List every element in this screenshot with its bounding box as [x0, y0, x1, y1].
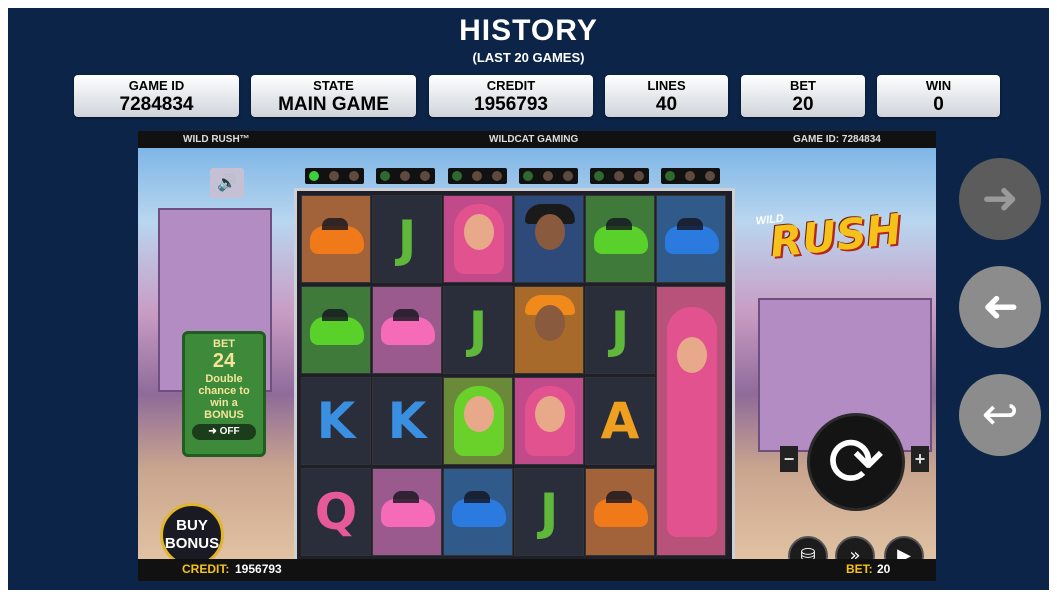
buy-bonus-button[interactable]: BUY BONUS	[160, 503, 224, 567]
credit-label: CREDIT:	[182, 562, 230, 576]
symbol-j: J	[585, 286, 655, 374]
traffic-light	[305, 168, 364, 184]
stat-game-id: GAME ID 7284834	[74, 75, 239, 117]
stat-lines: LINES 40	[605, 75, 728, 117]
symbol-car-pink	[372, 286, 442, 374]
spin-button[interactable]: ⟳	[807, 413, 905, 511]
bet-boost-text: BONUS	[204, 409, 244, 421]
game-provider: WILDCAT GAMING	[489, 134, 579, 145]
stat-credit: CREDIT 1956793	[429, 75, 593, 117]
symbol-j: J	[443, 286, 513, 374]
arrow-right-icon: ➜	[208, 426, 220, 437]
stat-value: 40	[655, 94, 678, 115]
next-game-button[interactable]: ➜	[959, 158, 1041, 240]
traffic-light	[448, 168, 507, 184]
arrow-right-icon: ➜	[981, 173, 1019, 224]
back-button[interactable]: ↩	[959, 374, 1041, 456]
symbol-car-orange	[585, 468, 655, 556]
symbol-car-green	[585, 195, 655, 283]
traffic-light	[519, 168, 578, 184]
traffic-light	[590, 168, 649, 184]
stat-value: 0	[933, 94, 944, 115]
bet-boost-text: win a	[210, 397, 238, 409]
buy-bonus-line: BONUS	[164, 535, 220, 552]
symbol-man-cap	[514, 195, 584, 283]
stat-bet: BET 20	[741, 75, 865, 117]
stat-label: GAME ID	[128, 78, 185, 93]
bet-boost-value: 24	[212, 350, 236, 372]
bet-boost-panel[interactable]: BET 24 Double chance to win a BONUS ➜ OF…	[182, 331, 266, 457]
stat-label: STATE	[313, 78, 354, 93]
bet-boost-title: BET	[213, 338, 235, 350]
stat-state: STATE MAIN GAME	[251, 75, 416, 117]
stat-value: 7284834	[119, 94, 194, 115]
bet-boost-text: chance to	[198, 385, 250, 397]
bet-boost-toggle-label: OFF	[219, 426, 240, 437]
game-id-label: GAME ID: 7284834	[793, 134, 881, 145]
symbol-q: Q	[301, 468, 371, 556]
reel-grid: K Q J K J J J A	[294, 188, 735, 569]
history-title: HISTORY	[459, 14, 598, 47]
bet-boost-toggle[interactable]: ➜ OFF	[192, 424, 256, 440]
stat-win: WIN 0	[877, 75, 1000, 117]
symbol-man-orange	[514, 286, 584, 374]
symbol-girl-green	[443, 377, 513, 465]
symbol-girl-pink	[514, 377, 584, 465]
symbol-j: J	[372, 195, 442, 283]
arrow-left-icon: ➜	[981, 281, 1019, 332]
symbol-car-green	[301, 286, 371, 374]
game-top-bar: WILD RUSH™ WILDCAT GAMING GAME ID: 72848…	[138, 131, 936, 148]
stat-label: CREDIT	[486, 78, 536, 93]
speaker-icon[interactable]: 🔊	[210, 168, 244, 198]
stat-label: WIN	[925, 78, 952, 93]
stat-value: MAIN GAME	[278, 94, 389, 115]
stat-value: 1956793	[474, 94, 548, 115]
symbol-car-blue	[443, 468, 513, 556]
game-screenshot: WILD RUSH™ WILDCAT GAMING GAME ID: 72848…	[138, 131, 936, 581]
history-subtitle: (LAST 20 GAMES)	[472, 50, 585, 65]
previous-game-button[interactable]: ➜	[959, 266, 1041, 348]
bet-increase-button[interactable]: +	[911, 446, 929, 472]
game-bottom-bar: CREDIT: 1956793 BET: 20	[138, 559, 936, 581]
symbol-car-blue	[656, 195, 726, 283]
return-icon: ↩	[981, 389, 1019, 440]
symbol-j: J	[514, 468, 584, 556]
bet-label: BET:	[846, 562, 873, 576]
game-name: WILD RUSH™	[183, 134, 250, 145]
stat-label: BET	[790, 78, 816, 93]
credit-value: 1956793	[235, 562, 282, 576]
game-logo: WILD RUSH	[755, 195, 921, 281]
game-scene: 🔊 K Q J K J J J A BET 24 Double chance t…	[138, 148, 936, 576]
symbol-car-orange	[301, 195, 371, 283]
symbol-girl-pink	[443, 195, 513, 283]
symbol-car-pink	[372, 468, 442, 556]
buy-bonus-line: BUY	[176, 517, 208, 534]
symbol-girl-pink-tall	[656, 286, 726, 556]
symbol-k: K	[372, 377, 442, 465]
traffic-light	[376, 168, 435, 184]
refresh-icon: ⟳	[827, 422, 885, 502]
bet-value: 20	[877, 562, 891, 576]
bet-boost-text: Double	[205, 373, 243, 385]
stat-value: 20	[792, 94, 814, 115]
stat-label: LINES	[647, 78, 686, 93]
symbol-k: K	[301, 377, 371, 465]
bet-decrease-button[interactable]: −	[780, 446, 798, 472]
traffic-light	[661, 168, 720, 184]
logo-rush: RUSH	[767, 204, 904, 267]
symbol-a: A	[585, 377, 655, 465]
